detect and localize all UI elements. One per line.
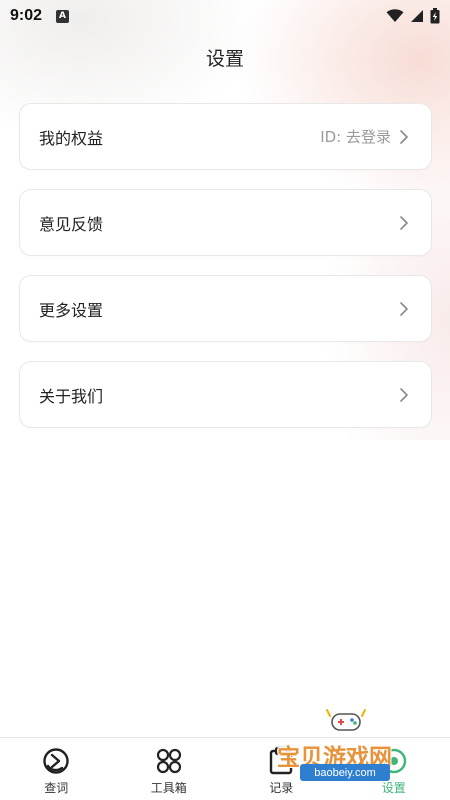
wifi-icon: [386, 9, 404, 22]
menu-item-feedback[interactable]: 意见反馈: [19, 189, 432, 256]
toolbox-icon: [156, 748, 181, 774]
menu-item-label: 更多设置: [39, 300, 104, 320]
login-id-value: ID: 去登录: [320, 128, 391, 146]
watermark-url: baobeiy.com: [300, 764, 390, 781]
nav-label: 查词: [44, 781, 69, 795]
page-title: 设置: [205, 48, 244, 70]
nav-tab-toolbox[interactable]: 工具箱: [113, 738, 226, 800]
menu-item-about-us[interactable]: 关于我们: [19, 361, 432, 428]
nav-label: 工具箱: [150, 781, 187, 795]
menu-item-my-benefits[interactable]: 我的权益 ID: 去登录: [19, 103, 432, 170]
menu-item-label: 我的权益: [39, 128, 104, 148]
cell-signal-icon: [411, 10, 423, 22]
gamepad-icon: [326, 709, 366, 731]
menu-item-label: 意见反馈: [39, 214, 104, 234]
nav-tab-lookup[interactable]: 查词: [0, 738, 113, 800]
battery-icon: [430, 8, 440, 24]
status-indicators: [386, 8, 440, 24]
menu-item-more-settings[interactable]: 更多设置: [19, 275, 432, 342]
chevron-right-icon: [400, 215, 408, 230]
watermark: 宝贝游戏网 baobeiy.com: [277, 700, 450, 800]
chevron-right-icon: [400, 387, 408, 402]
chevron-right-icon: [400, 301, 408, 316]
status-bar: 9:02 A: [0, 0, 450, 32]
nav-label: 记录: [269, 781, 294, 795]
notification-icon: A: [56, 9, 70, 23]
lookup-icon: [43, 748, 69, 774]
menu-item-label: 关于我们: [39, 386, 104, 406]
status-time: 9:02: [10, 7, 43, 24]
chevron-right-icon: [400, 129, 408, 144]
